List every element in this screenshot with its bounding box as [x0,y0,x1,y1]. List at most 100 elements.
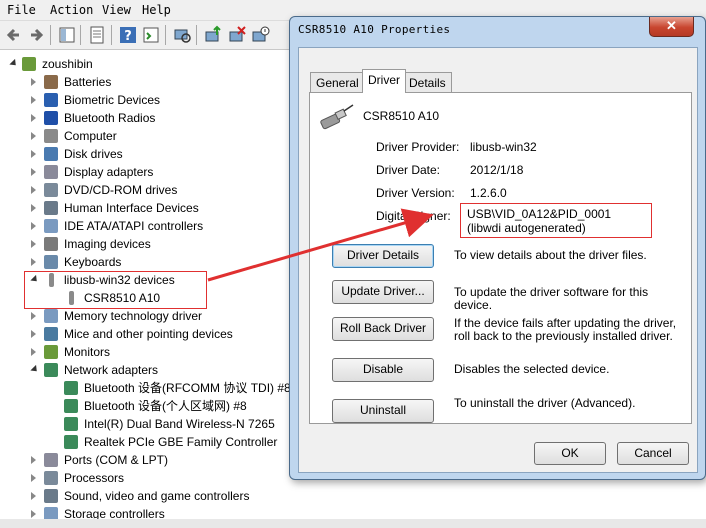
update-driver-button[interactable]: Update Driver... [332,280,434,304]
scan-hardware-icon[interactable] [172,25,192,45]
monitor-icon [44,345,58,359]
dialog-title: CSR8510 A10 Properties [298,23,451,36]
tree-item-label: Disk drives [64,147,123,161]
close-button[interactable]: ✕ [649,17,694,37]
tree-item-label: Memory technology driver [64,309,203,323]
show-hide-tree-icon[interactable] [57,25,77,45]
mouse-icon [44,327,58,341]
expand-arrow-icon[interactable] [31,96,36,104]
expand-arrow-icon[interactable] [31,240,36,248]
tab-general[interactable]: General [310,72,365,93]
expand-arrow-icon[interactable] [31,204,36,212]
tree-item-label: Bluetooth 设备(个人区域网) #8 [84,399,247,413]
driver-version-label: Driver Version: [376,186,455,200]
disable-icon[interactable] [250,25,270,45]
properties-icon[interactable] [87,25,107,45]
driver-date-label: Driver Date: [376,163,441,177]
network-adapter-icon [64,399,78,413]
driver-provider-value: libusb-win32 [470,140,537,154]
tab-details[interactable]: Details [403,72,452,93]
network-adapter-icon [64,417,78,431]
expand-arrow-icon[interactable] [31,456,36,464]
menu-file[interactable]: File [7,3,36,17]
hid-icon [44,201,58,215]
tree-item-label: Realtek PCIe GBE Family Controller [84,435,278,449]
dvd-drive-icon [44,183,58,197]
disable-button[interactable]: Disable [332,358,434,382]
expand-arrow-icon[interactable] [31,348,36,356]
menu-action[interactable]: Action [50,3,93,17]
driver-version-value: 1.2.6.0 [470,186,507,200]
processor-icon [44,471,58,485]
collapse-arrow-icon[interactable] [9,58,19,69]
battery-icon [44,75,58,89]
driver-details-button[interactable]: Driver Details [332,244,434,268]
digital-signer-label: Digital Signer: [376,209,451,223]
expand-arrow-icon[interactable] [31,474,36,482]
expand-arrow-icon[interactable] [31,492,36,500]
expand-arrow-icon[interactable] [31,150,36,158]
expand-arrow-icon[interactable] [31,114,36,122]
ide-controller-icon [44,219,58,233]
collapse-arrow-icon[interactable] [30,364,40,375]
expand-arrow-icon[interactable] [31,258,36,266]
console-icon[interactable] [141,25,161,45]
driver-provider-label: Driver Provider: [376,140,460,154]
tab-driver[interactable]: Driver [362,69,406,93]
tree-item-label: zoushibin [42,57,93,71]
expand-arrow-icon[interactable] [31,330,36,338]
back-arrow-icon[interactable] [4,25,24,45]
expand-arrow-icon[interactable] [31,168,36,176]
computer-icon [22,57,36,71]
forward-arrow-icon[interactable] [26,25,46,45]
tree-item-label: Batteries [64,75,112,89]
horizontal-scrollbar[interactable] [0,519,706,528]
display-adapter-icon [44,165,58,179]
tree-item-label: DVD/CD-ROM drives [64,183,178,197]
tree-item-label: Sound, video and game controllers [64,489,250,503]
expand-arrow-icon[interactable] [31,78,36,86]
help-icon[interactable]: ? [118,25,138,45]
usb-device-highlight [24,271,207,309]
bluetooth-icon [44,111,58,125]
tree-item-label: Computer [64,129,117,143]
expand-arrow-icon[interactable] [31,132,36,140]
properties-dialog: CSR8510 A10 Properties ✕ General Driver … [289,16,706,480]
expand-arrow-icon[interactable] [31,186,36,194]
uninstall-icon[interactable] [227,25,247,45]
expand-arrow-icon[interactable] [31,312,36,320]
camera-icon [44,237,58,251]
tree-item-label: Bluetooth Radios [64,111,156,125]
disk-drive-icon [44,147,58,161]
network-adapter-icon [64,435,78,449]
menu-help[interactable]: Help [142,3,171,17]
roll-back-driver-button[interactable]: Roll Back Driver [332,317,434,341]
expand-arrow-icon[interactable] [31,222,36,230]
tree-item-label: Bluetooth 设备(RFCOMM 协议 TDI) #8 [84,381,291,395]
tree-item-label: Mice and other pointing devices [64,327,233,341]
expand-arrow-icon[interactable] [31,510,36,518]
tree-item3-2[interactable]: Sound, video and game controllers [0,487,700,505]
driver-details-desc: To view details about the driver files. [454,248,647,262]
menu-view[interactable]: View [102,3,131,17]
fingerprint-icon [44,93,58,107]
tree-item-label: Intel(R) Dual Band Wireless-N 7265 [84,417,275,431]
tree-item-label: IDE ATA/ATAPI controllers [64,219,204,233]
network-adapter-icon [44,363,58,377]
device-name: CSR8510 A10 [363,109,440,123]
cancel-button[interactable]: Cancel [617,442,689,465]
tree-item-label: Display adapters [64,165,154,179]
tree-item-label: Monitors [64,345,111,359]
roll-back-driver-desc: If the device fails after updating the d… [454,316,677,343]
driver-date-value: 2012/1/18 [470,163,524,177]
tree-item-label: Ports (COM & LPT) [64,453,169,467]
digital-signer-highlight: USB\VID_0A12&PID_0001 (libwdi autogenera… [460,203,652,238]
disable-desc: Disables the selected device. [454,362,610,376]
ok-button[interactable]: OK [534,442,606,465]
memory-icon [44,309,58,323]
svg-text:?: ? [124,29,132,44]
uninstall-button[interactable]: Uninstall [332,399,434,423]
network-adapter-icon [64,381,78,395]
update-driver-icon[interactable] [203,25,223,45]
driver-tab-panel: CSR8510 A10 Driver Provider: libusb-win3… [309,92,692,424]
